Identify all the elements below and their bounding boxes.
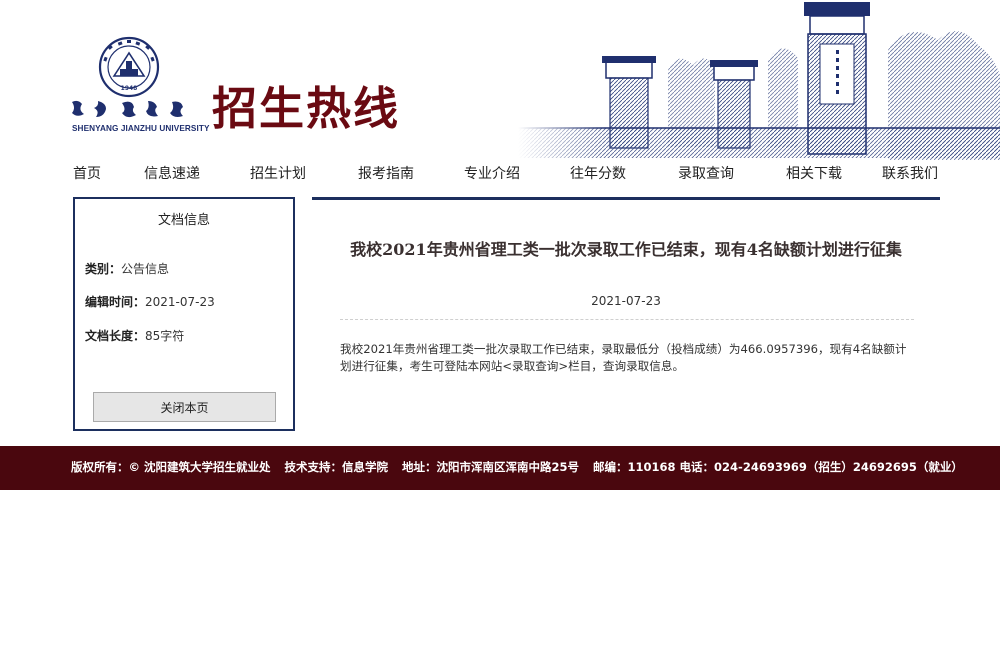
nav-home[interactable]: 首页	[73, 163, 101, 183]
article-top-rule	[312, 197, 940, 200]
nav-admission-query[interactable]: 录取查询	[678, 163, 734, 183]
main-nav: 首页 信息速递 招生计划 报考指南 专业介绍 往年分数 录取查询 相关下载 联系…	[60, 163, 960, 187]
footer-address: 地址：沈阳市浑南区浑南中路25号	[402, 460, 580, 474]
site-title: 招生热线	[212, 82, 401, 135]
calligraphy-logo-icon	[72, 100, 183, 118]
university-logo[interactable]: 1948 SHENYANG JIANZHU UNIVERSITY	[68, 36, 209, 138]
nav-downloads[interactable]: 相关下载	[786, 163, 842, 183]
nav-enrollment-plan[interactable]: 招生计划	[250, 163, 306, 183]
category-value: 公告信息	[121, 262, 170, 276]
article-body: 我校2021年贵州省理工类一批次录取工作已结束，录取最低分（投档成绩）为466.…	[340, 342, 907, 373]
length-label: 文档长度：	[85, 329, 146, 343]
footer-tech-support: 技术支持：信息学院	[284, 460, 389, 474]
edit-time-label: 编辑时间：	[85, 295, 146, 309]
footer-info: 版权所有：© 沈阳建筑大学招生就业处 技术支持：信息学院 地址：沈阳市浑南区浑南中路…	[71, 459, 977, 475]
university-seal-icon: 1948	[98, 36, 160, 98]
nav-majors[interactable]: 专业介绍	[464, 163, 520, 183]
nav-application-guide[interactable]: 报考指南	[358, 163, 414, 183]
site-footer: 版权所有：© 沈阳建筑大学招生就业处 技术支持：信息学院 地址：沈阳市浑南区浑南中路…	[0, 446, 1000, 490]
category-row: 类别：公告信息	[85, 260, 169, 277]
university-name-en: SHENYANG JIANZHU UNIVERSITY	[72, 124, 210, 133]
close-page-button[interactable]: 关闭本页	[93, 392, 276, 422]
nav-past-scores[interactable]: 往年分数	[570, 163, 626, 183]
length-row: 文档长度：85字符	[85, 327, 184, 344]
article-divider	[340, 319, 914, 320]
nav-news[interactable]: 信息速递	[144, 163, 200, 183]
footer-contact: 邮编：110168 电话：024-24693969（招生）24692695（就业…	[593, 460, 963, 474]
svg-text:1948: 1948	[121, 85, 138, 92]
edit-time-row: 编辑时间：2021-07-23	[85, 293, 215, 310]
length-value: 85字符	[145, 329, 185, 343]
panel-title: 文档信息	[157, 213, 210, 228]
footer-copyright: 版权所有：© 沈阳建筑大学招生就业处	[71, 460, 271, 474]
edit-time-value: 2021-07-23	[145, 295, 215, 309]
campus-gate-banner	[518, 0, 1000, 160]
article-title: 我校2021年贵州省理工类一批次录取工作已结束，现有4名缺额计划进行征集	[350, 240, 902, 259]
category-label: 类别：	[85, 262, 122, 276]
article-date: 2021-07-23	[591, 294, 661, 308]
nav-contact[interactable]: 联系我们	[882, 163, 938, 183]
site-header: 1948 SHENYANG JIANZHU UNIVERSITY 招生热线	[0, 0, 1000, 160]
document-info-panel: 文档信息 类别：公告信息 编辑时间：2021-07-23 文档长度：85字符 关…	[73, 197, 295, 431]
